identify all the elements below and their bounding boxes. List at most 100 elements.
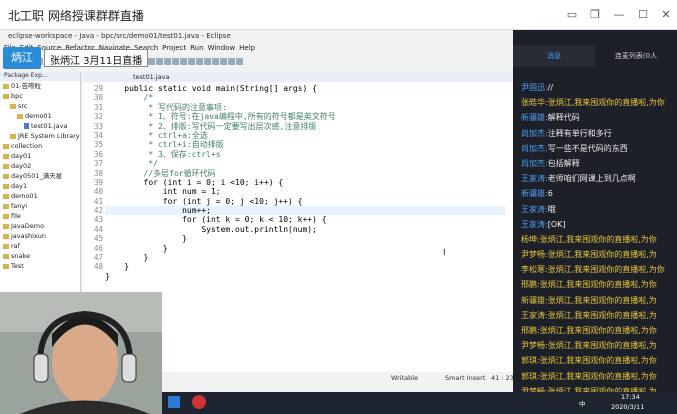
chat-text: 张炳江,我来围观你的直播啦,为你 bbox=[547, 98, 665, 108]
code-line: * 3、保存:ctrl+s bbox=[105, 149, 221, 159]
tree-item-label: 01-告吻粒 bbox=[11, 82, 42, 90]
chat-message: 新骧雄:6 bbox=[513, 186, 677, 201]
code-area[interactable]: public static void main(String[] args) {… bbox=[105, 84, 505, 372]
line-number: 38 bbox=[93, 168, 103, 178]
tree-item-label: JavaDemo bbox=[11, 222, 45, 230]
chat-username: 新骧雄 bbox=[521, 189, 545, 199]
line-number: 44 bbox=[93, 224, 103, 234]
system-tray: 中 17:34 2020/3/11 bbox=[513, 392, 677, 414]
code-line: * ctrl+i:自动排版 bbox=[105, 140, 224, 150]
tree-item[interactable]: JavaDemo bbox=[0, 221, 80, 231]
tree-item[interactable]: collection bbox=[0, 141, 80, 151]
line-number: 39 bbox=[93, 177, 103, 187]
folder-icon bbox=[3, 163, 9, 169]
webcam-video bbox=[0, 292, 162, 414]
tab-messages[interactable]: 消息 bbox=[513, 45, 595, 67]
chat-text: 张炳江,我来围观你的直播啦,为 bbox=[547, 250, 657, 260]
code-line: num++; bbox=[105, 206, 505, 216]
code-line: * 写代码的注意事项: bbox=[105, 102, 227, 112]
code-line: for (int k = 0; k < 10; k++) { bbox=[105, 215, 327, 225]
tree-item[interactable]: bpc bbox=[0, 91, 80, 101]
tab-mic-list[interactable]: 连麦列表(0人 bbox=[595, 45, 677, 67]
tree-item[interactable]: Test bbox=[0, 261, 80, 271]
tree-item[interactable]: day01 bbox=[0, 151, 80, 161]
folder-icon bbox=[3, 193, 9, 199]
tree-item[interactable]: demo01 bbox=[0, 111, 80, 121]
chat-text: 张炳江,我来围观你的直播啦,为你 bbox=[539, 326, 657, 335]
minimize-icon[interactable]: — bbox=[612, 8, 626, 22]
tree-item-label: day0501_满天星 bbox=[11, 172, 63, 180]
code-line: } bbox=[105, 271, 110, 281]
window-title: 北工职 网络授课群群直播 bbox=[8, 9, 144, 23]
status-mode: Writable bbox=[391, 374, 419, 382]
tree-item[interactable]: file bbox=[0, 211, 80, 221]
line-number: 41 bbox=[93, 196, 103, 206]
chat-text: 注释有单行和多行 bbox=[547, 128, 612, 138]
tree-item[interactable]: fanyi bbox=[0, 201, 80, 211]
editor-tab[interactable]: test01.java bbox=[83, 72, 513, 82]
chat-message: 王家涛:老师咱们网课上到几点啊 bbox=[513, 171, 677, 186]
tree-item[interactable]: JRE System Library bbox=[0, 131, 80, 141]
tree-item-label: day01 bbox=[11, 152, 32, 160]
ime-indicator[interactable]: 中 bbox=[579, 398, 586, 408]
tree-item[interactable]: day02 bbox=[0, 161, 80, 171]
chat-message: 尹固迅:// bbox=[513, 80, 677, 95]
menu-item-run[interactable]: Run bbox=[190, 44, 203, 52]
tree-item[interactable]: test01.java bbox=[0, 121, 80, 131]
tree-item[interactable]: snake bbox=[0, 251, 80, 261]
chat-username: 杨坤 bbox=[521, 234, 537, 244]
chat-username: 尚加杰 bbox=[521, 158, 545, 168]
chat-username: 尹固迅 bbox=[521, 83, 545, 92]
menu-item-project[interactable]: Project bbox=[162, 44, 186, 52]
code-line: /* bbox=[105, 93, 154, 103]
line-number: 29 bbox=[93, 84, 103, 93]
package-explorer[interactable]: Package Exp... 01-告吻粒 bpc src demo01 test01.… bbox=[0, 72, 81, 292]
tree-item-label: javashixun bbox=[11, 232, 47, 240]
folder-icon bbox=[10, 103, 16, 109]
tree-item[interactable]: src bbox=[0, 101, 80, 111]
folder-icon bbox=[3, 213, 9, 219]
text-cursor-icon: I bbox=[443, 248, 446, 258]
eclipse-taskbar-icon[interactable] bbox=[192, 395, 206, 409]
chat-message: 新骧雄:解释代码 bbox=[513, 110, 677, 125]
tree-item-label: JRE System Library bbox=[18, 132, 80, 140]
menu-item-window[interactable]: Window bbox=[208, 44, 236, 52]
line-number: 37 bbox=[93, 159, 103, 169]
chat-text: 张炳江,我来围观你的直播啦,为 bbox=[547, 310, 657, 320]
message-list: 尹固迅://张皓华:张炳江,我来围观你的直播啦,为你 新骧雄:解释代码 尚加杰:注释… bbox=[513, 80, 677, 414]
close-icon[interactable]: ✕ bbox=[659, 8, 673, 22]
folder-icon bbox=[3, 233, 9, 239]
tree-item-label: src bbox=[18, 102, 28, 110]
tree-item[interactable]: day0501_满天星 bbox=[0, 171, 80, 181]
restore-icon[interactable]: ❐ bbox=[588, 8, 602, 22]
tree-item[interactable]: day1 bbox=[0, 181, 80, 191]
line-number: 42 bbox=[93, 206, 103, 216]
screen-icon[interactable]: ▭ bbox=[565, 8, 579, 22]
folder-icon bbox=[3, 203, 9, 209]
tree-item[interactable]: 01-告吻粒 bbox=[0, 81, 80, 91]
tree-item-label: collection bbox=[11, 142, 43, 150]
tree-item[interactable]: demo01 bbox=[0, 191, 80, 201]
chat-username: 李松寒 bbox=[521, 265, 545, 275]
tree-item[interactable]: raf bbox=[0, 241, 80, 251]
folder-icon bbox=[3, 263, 9, 269]
line-number: 45 bbox=[93, 234, 103, 244]
maximize-icon[interactable]: ☐ bbox=[636, 8, 650, 22]
code-line: //多层for循环代码 bbox=[105, 168, 216, 178]
tree-item-label: raf bbox=[11, 242, 20, 250]
chat-message: 王家涛:张炳江,我来围观你的直播啦,为 bbox=[513, 308, 677, 323]
chat-text: [OK] bbox=[547, 219, 566, 229]
chat-username: 王家涛 bbox=[521, 174, 545, 184]
tree-item[interactable]: javashixun bbox=[0, 231, 80, 241]
folder-icon bbox=[10, 133, 16, 139]
chat-text: 写一些不是代码的东西 bbox=[547, 143, 628, 153]
chat-text: 张炳江,我来围观你的直播啦,为你 bbox=[539, 356, 657, 366]
taskbar-app-icon[interactable] bbox=[168, 396, 180, 408]
menu-item-help[interactable]: Help bbox=[239, 44, 255, 52]
clock-time: 17:34 bbox=[621, 393, 640, 401]
tree-item-label: bpc bbox=[11, 92, 23, 100]
folder-icon bbox=[3, 153, 9, 159]
code-line: for (int j = 0; j <10; j++) { bbox=[105, 196, 303, 206]
chat-message: 邢鹏:张炳江,我来围观你的直播啦,为你 bbox=[513, 277, 677, 292]
eclipse-title: eclipse-workspace - Java - bpc/src/demo0… bbox=[8, 32, 231, 40]
